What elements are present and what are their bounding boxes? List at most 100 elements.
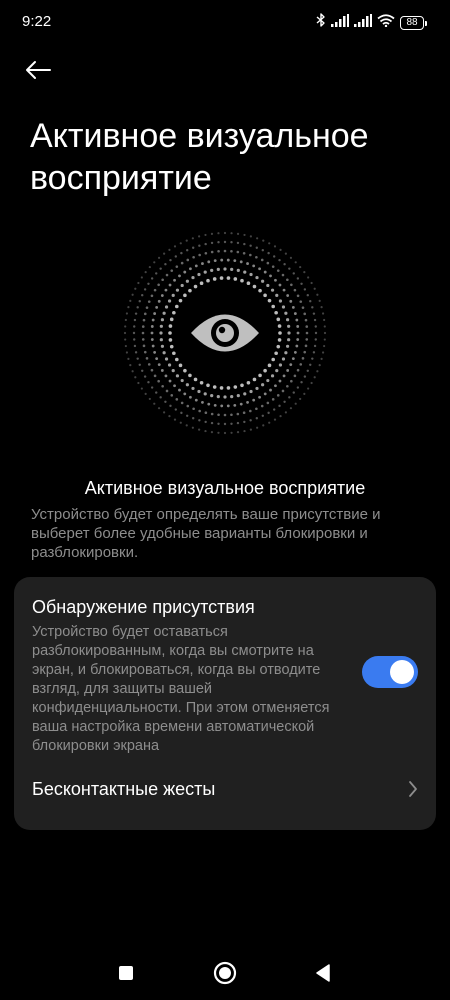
ring-dot — [134, 351, 138, 354]
ring-dot — [291, 357, 295, 361]
ring-dot — [249, 272, 253, 277]
eye-icon — [191, 314, 259, 352]
ring-dot — [134, 376, 137, 379]
ring-dot — [293, 351, 297, 354]
ring-dot — [243, 233, 246, 237]
ring-dot — [263, 368, 267, 373]
ring-dot — [186, 414, 189, 417]
ring-dot — [175, 288, 180, 292]
ring-dot — [153, 288, 157, 292]
ring-dot — [312, 312, 316, 315]
ring-dot — [255, 407, 258, 411]
ring-dot — [168, 338, 173, 342]
touchless-gestures-row[interactable]: Бесконтактные жесты — [14, 767, 436, 813]
ring-dot — [256, 426, 259, 429]
nav-back-button[interactable] — [308, 960, 338, 990]
ring-dot — [320, 306, 323, 309]
status-time: 9:22 — [22, 13, 52, 30]
ring-dot — [263, 392, 267, 396]
ring-dot — [273, 245, 277, 248]
ring-dot — [198, 419, 201, 422]
ring-dot — [199, 281, 204, 286]
ring-dot — [170, 394, 174, 397]
ring-dot — [249, 235, 252, 238]
ring-dot — [284, 411, 287, 414]
ring-dot — [230, 395, 234, 399]
ring-dot — [183, 293, 187, 298]
ring-dot — [175, 304, 179, 309]
presence-detection-row[interactable]: Обнаружение присутствия Устройство будет… — [14, 577, 436, 757]
ring-dot — [306, 294, 309, 297]
ring-dot — [180, 411, 183, 415]
ring-dot — [219, 276, 224, 280]
ring-dot — [127, 357, 130, 360]
home-button[interactable] — [210, 960, 240, 990]
ring-dot — [141, 294, 144, 297]
ring-dot — [249, 389, 253, 394]
ring-dot — [175, 265, 179, 268]
ring-dot — [249, 244, 252, 247]
ring-dot — [210, 421, 214, 425]
ring-dot — [299, 265, 302, 269]
ring-dot — [313, 287, 316, 290]
ring-dot — [183, 392, 187, 396]
recents-button[interactable] — [111, 960, 141, 990]
ring-dot — [255, 275, 259, 280]
ring-dot — [172, 310, 176, 315]
ring-dot — [233, 277, 238, 281]
ring-dot — [204, 420, 207, 424]
ring-dot — [320, 357, 323, 360]
ring-dot — [198, 235, 201, 238]
ring-dot — [150, 338, 154, 341]
ring-dot — [131, 293, 134, 296]
ring-dot — [217, 249, 220, 253]
ring-dot — [223, 240, 227, 244]
ring-dot — [314, 338, 317, 341]
ring-dot — [291, 305, 295, 309]
ring-dot — [249, 409, 252, 413]
presence-detection-title: Обнаружение присутствия — [32, 597, 255, 617]
ring-dot — [210, 431, 214, 434]
ring-dot — [124, 338, 127, 341]
ring-dot — [296, 386, 300, 389]
ring-dot — [278, 363, 283, 367]
ring-dot — [284, 252, 287, 255]
ring-dot — [144, 392, 147, 395]
ring-dot — [167, 299, 172, 303]
ring-dot — [155, 305, 159, 309]
ring-dot — [246, 281, 251, 286]
ring-dot — [281, 389, 285, 393]
ring-dot — [252, 377, 257, 382]
ring-dot — [236, 431, 240, 434]
ring-dot — [271, 304, 275, 309]
ring-dot — [183, 368, 187, 373]
ring-dot — [295, 318, 299, 322]
ring-dot — [169, 317, 174, 322]
ring-dot — [271, 398, 275, 401]
ring-dot — [136, 306, 139, 309]
ring-dot — [169, 404, 172, 408]
presence-detection-description: Устройство будет оставаться разблокирова… — [32, 624, 330, 754]
ring-dot — [230, 431, 233, 434]
back-button[interactable] — [24, 52, 68, 92]
ring-dot — [201, 262, 204, 265]
ring-dot — [278, 404, 281, 408]
ring-dot — [186, 249, 189, 252]
ring-dot — [278, 331, 282, 335]
ring-dot — [267, 411, 270, 415]
ring-dot — [261, 279, 265, 283]
ring-dot — [258, 373, 262, 378]
ring-dot — [295, 344, 299, 348]
ring-dot — [212, 277, 217, 281]
ring-dot — [173, 245, 177, 248]
presence-detection-toggle[interactable] — [362, 656, 418, 688]
ring-dot — [261, 249, 264, 252]
ring-dot — [144, 271, 147, 274]
ring-dot — [267, 363, 272, 368]
recents-square-icon — [118, 965, 134, 986]
ring-dot — [223, 413, 227, 417]
ring-dot — [306, 369, 309, 372]
ring-dot — [249, 253, 252, 257]
ring-dot — [281, 357, 286, 361]
ring-dot — [123, 331, 127, 335]
